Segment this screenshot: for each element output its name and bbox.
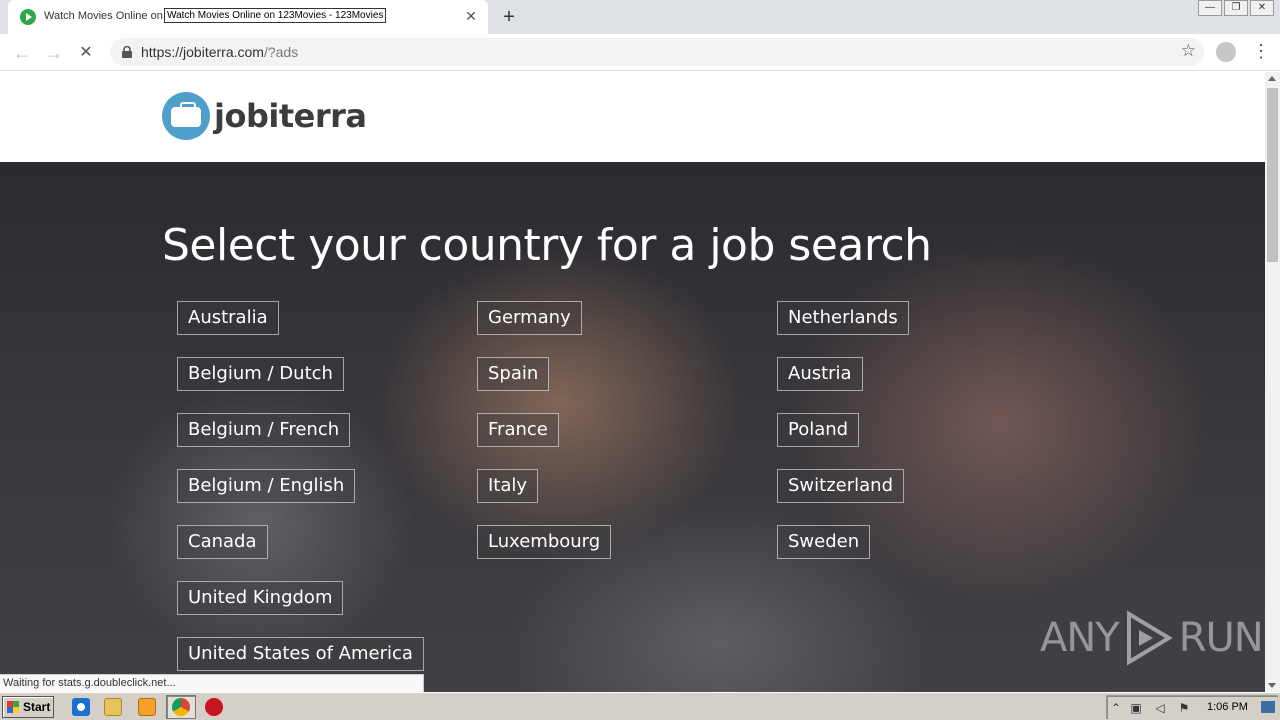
country-button-canada[interactable]: Canada [177, 525, 268, 559]
clock[interactable]: 1:06 PM [1207, 701, 1248, 713]
country-button-netherlands[interactable]: Netherlands [777, 301, 909, 335]
watermark-right-text: RUN [1178, 615, 1264, 661]
country-button-austria[interactable]: Austria [777, 357, 863, 391]
country-button-belgium-english[interactable]: Belgium / English [177, 469, 356, 503]
system-tray: ⌃ ▣ ◁ ⚑ 1:06 PM [1106, 695, 1278, 719]
show-desktop-icon[interactable] [1261, 701, 1275, 713]
page-scrollbar[interactable] [1265, 72, 1280, 692]
file-explorer-icon[interactable] [104, 698, 122, 716]
url-query: /?ads [263, 44, 299, 60]
stop-loading-button[interactable]: ✕ [75, 42, 97, 64]
browser-menu-icon[interactable]: ⋮ [1252, 40, 1270, 64]
tab-tooltip: Watch Movies Online on 123Movies - 123Mo… [164, 8, 387, 23]
country-button-united-states[interactable]: United States of America [177, 637, 424, 671]
country-button-spain[interactable]: Spain [477, 357, 550, 391]
tray-expand-icon[interactable]: ⌃ [1109, 701, 1123, 715]
chrome-icon [172, 698, 190, 716]
network-icon[interactable]: ▣ [1129, 701, 1143, 715]
start-label: Start [23, 700, 51, 714]
play-favicon-icon [20, 9, 36, 25]
new-tab-button[interactable]: + [498, 6, 520, 28]
country-button-sweden[interactable]: Sweden [777, 525, 871, 559]
scroll-down-arrow-icon[interactable] [1268, 683, 1276, 688]
tab-strip: Watch Movies Online on 123Movies - 123Mo… [0, 0, 1280, 34]
status-bubble: Waiting for stats.g.doubleclick.net... [0, 674, 424, 692]
site-header: jobiterra [0, 72, 1265, 162]
media-player-icon[interactable] [138, 698, 156, 716]
browser-window: Watch Movies Online on 123Movies - 123Mo… [0, 0, 1280, 692]
taskbar: Start ⌃ ▣ ◁ ⚑ 1:06 PM [0, 692, 1280, 720]
briefcase-logo-icon [162, 92, 210, 140]
forward-button[interactable]: → [43, 42, 65, 64]
bookmark-star-icon[interactable]: ☆ [1181, 41, 1196, 61]
country-button-switzerland[interactable]: Switzerland [777, 469, 904, 503]
profile-avatar-icon[interactable] [1216, 42, 1236, 62]
internet-explorer-icon[interactable] [72, 698, 90, 716]
scroll-up-arrow-icon[interactable] [1268, 76, 1276, 81]
play-triangle-icon [1126, 610, 1173, 666]
country-button-luxembourg[interactable]: Luxembourg [477, 525, 612, 559]
minimize-button[interactable]: — [1198, 0, 1222, 16]
address-bar[interactable]: https://jobiterra.com/?ads ☆ [110, 38, 1204, 66]
window-controls: — ❐ ✕ [1198, 0, 1274, 18]
country-button-australia[interactable]: Australia [177, 301, 279, 335]
url-text: https://jobiterra.com/?ads [141, 44, 298, 60]
page-title: Select your country for a job search [162, 220, 932, 271]
scroll-thumb[interactable] [1267, 88, 1278, 262]
country-button-poland[interactable]: Poland [777, 413, 860, 447]
country-button-france[interactable]: France [477, 413, 559, 447]
country-button-belgium-french[interactable]: Belgium / French [177, 413, 351, 447]
lock-icon [122, 46, 132, 58]
site-logo[interactable]: jobiterra [162, 92, 367, 140]
tab-active[interactable]: Watch Movies Online on 123Movies - 123Mo… [8, 0, 488, 34]
country-button-italy[interactable]: Italy [477, 469, 539, 503]
windows-logo-icon [7, 701, 19, 713]
country-button-belgium-dutch[interactable]: Belgium / Dutch [177, 357, 344, 391]
volume-icon[interactable]: ◁ [1153, 701, 1167, 715]
start-button[interactable]: Start [2, 696, 54, 718]
chrome-taskbar-button[interactable] [166, 695, 196, 719]
country-button-germany[interactable]: Germany [477, 301, 582, 335]
opera-icon[interactable] [205, 698, 223, 716]
url-main: https://jobiterra.com [141, 44, 264, 60]
action-center-flag-icon[interactable]: ⚑ [1177, 701, 1191, 715]
watermark-left-text: ANY [1040, 615, 1120, 661]
logo-text: jobiterra [214, 97, 367, 135]
restore-button[interactable]: ❐ [1224, 0, 1248, 16]
country-button-united-kingdom[interactable]: United Kingdom [177, 581, 344, 615]
anyrun-watermark: ANY RUN [1040, 610, 1264, 666]
tab-close-icon[interactable]: ✕ [464, 9, 478, 23]
page-viewport: jobiterra Select your country for a job … [0, 72, 1265, 692]
back-button[interactable]: ← [11, 42, 33, 64]
browser-toolbar: ← → ✕ https://jobiterra.com/?ads ☆ ⋮ [0, 34, 1280, 71]
close-window-button[interactable]: ✕ [1250, 0, 1274, 16]
